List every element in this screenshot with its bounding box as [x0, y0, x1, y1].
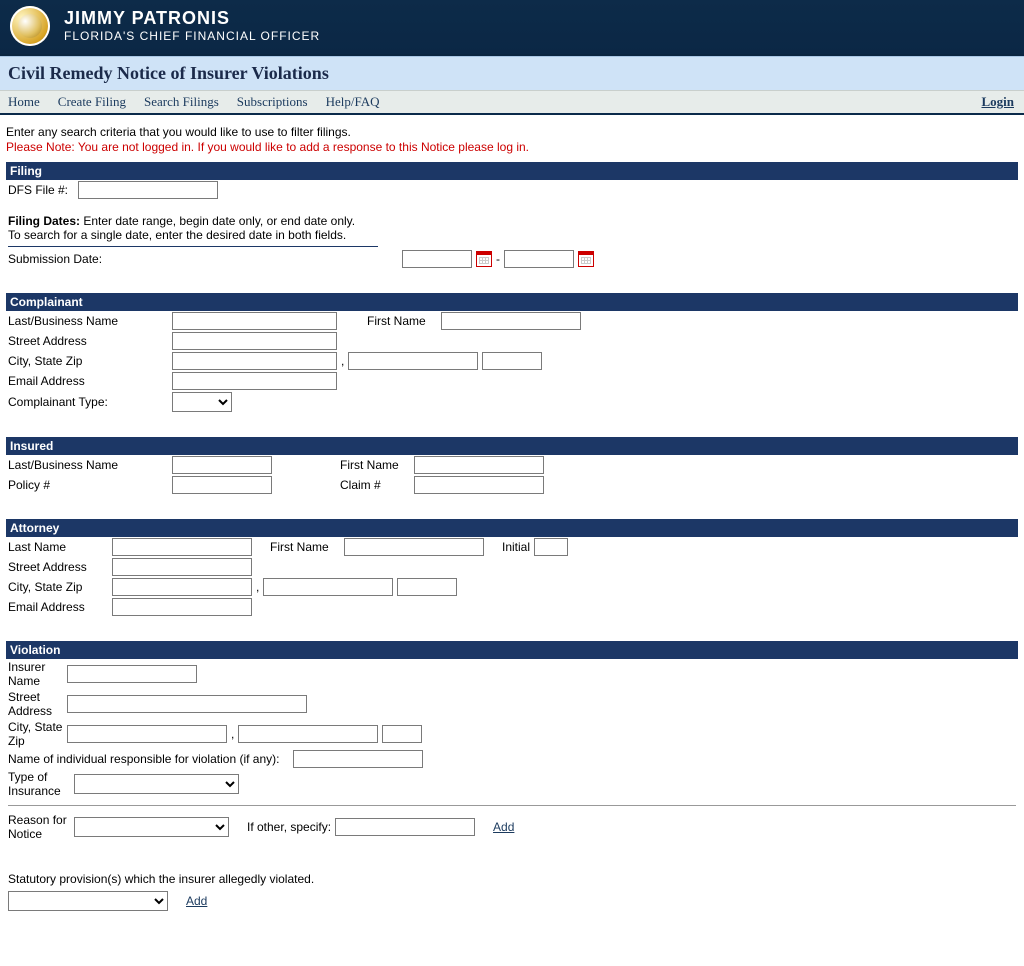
comma-sep: ,: [231, 727, 234, 741]
date-dash: -: [496, 252, 500, 266]
if-other-specify-label: If other, specify:: [247, 820, 331, 834]
menu-home[interactable]: Home: [8, 94, 40, 110]
insured-header: Insured: [6, 437, 1018, 455]
attorney-email-label: Email Address: [8, 600, 108, 614]
violation-header: Violation: [6, 641, 1018, 659]
divider: [8, 805, 1016, 806]
complainant-panel: Complainant Last/Business Name First Nam…: [6, 293, 1018, 413]
complainant-lastname-label: Last/Business Name: [8, 314, 168, 328]
complainant-email-label: Email Address: [8, 374, 168, 388]
insured-claim-label: Claim #: [340, 478, 410, 492]
insured-lastname-input[interactable]: [172, 456, 272, 474]
attorney-csz-label: City, State Zip: [8, 580, 108, 594]
calendar-icon[interactable]: [476, 251, 492, 267]
attorney-state-input[interactable]: [263, 578, 393, 596]
add-statute-link[interactable]: Add: [186, 894, 207, 908]
complainant-city-input[interactable]: [172, 352, 337, 370]
submission-date-end-input[interactable]: [504, 250, 574, 268]
insured-firstname-input[interactable]: [414, 456, 544, 474]
insurer-name-label: Insurer Name: [8, 660, 63, 688]
insured-policy-label: Policy #: [8, 478, 168, 492]
attorney-panel: Attorney Last Name First Name Initial St…: [6, 519, 1018, 617]
filing-panel: Filing DFS File #: Filing Dates: Enter d…: [6, 162, 1018, 269]
login-note: Please Note: You are not logged in. If y…: [6, 140, 1018, 154]
content: Enter any search criteria that you would…: [0, 115, 1024, 966]
attorney-zip-input[interactable]: [397, 578, 457, 596]
calendar-icon[interactable]: [578, 251, 594, 267]
insured-firstname-label: First Name: [340, 458, 410, 472]
attorney-firstname-input[interactable]: [344, 538, 484, 556]
complainant-firstname-input[interactable]: [441, 312, 581, 330]
insured-lastname-label: Last/Business Name: [8, 458, 168, 472]
attorney-street-input[interactable]: [112, 558, 252, 576]
statutory-provision-select[interactable]: [8, 891, 168, 911]
banner-subtitle: FLORIDA'S CHIEF FINANCIAL OFFICER: [64, 29, 320, 43]
complainant-state-input[interactable]: [348, 352, 478, 370]
submission-date-label: Submission Date:: [8, 252, 398, 266]
complainant-type-label: Complainant Type:: [8, 395, 168, 409]
dfs-file-label: DFS File #:: [8, 183, 68, 197]
complainant-header: Complainant: [6, 293, 1018, 311]
violation-state-input[interactable]: [238, 725, 378, 743]
insured-policy-input[interactable]: [172, 476, 272, 494]
intro-text: Enter any search criteria that you would…: [6, 125, 1018, 139]
violation-city-input[interactable]: [67, 725, 227, 743]
complainant-type-select[interactable]: [172, 392, 232, 412]
menu-search-filings[interactable]: Search Filings: [144, 94, 219, 110]
menu-create-filing[interactable]: Create Filing: [58, 94, 126, 110]
filing-dates-label: Filing Dates:: [8, 214, 80, 228]
attorney-lastname-label: Last Name: [8, 540, 108, 554]
complainant-email-input[interactable]: [172, 372, 337, 390]
page-title: Civil Remedy Notice of Insurer Violation…: [0, 56, 1024, 90]
reason-for-notice-select[interactable]: [74, 817, 229, 837]
comma-sep: ,: [341, 354, 344, 368]
attorney-email-input[interactable]: [112, 598, 252, 616]
attorney-header: Attorney: [6, 519, 1018, 537]
single-date-text: To search for a single date, enter the d…: [8, 228, 1016, 242]
banner-name: JIMMY PATRONIS: [64, 9, 320, 29]
statutory-text: Statutory provision(s) which the insurer…: [8, 872, 1016, 886]
filing-header: Filing: [6, 162, 1018, 180]
violation-zip-input[interactable]: [382, 725, 422, 743]
menu-login[interactable]: Login: [981, 94, 1014, 110]
complainant-street-input[interactable]: [172, 332, 337, 350]
menu-bar: Home Create Filing Search Filings Subscr…: [0, 90, 1024, 115]
comma-sep: ,: [256, 580, 259, 594]
submission-date-begin-input[interactable]: [402, 250, 472, 268]
attorney-initial-label: Initial: [502, 540, 530, 554]
state-seal-icon: [10, 6, 50, 46]
top-banner: JIMMY PATRONIS FLORIDA'S CHIEF FINANCIAL…: [0, 0, 1024, 56]
violation-street-label: Street Address: [8, 690, 63, 718]
menu-subscriptions[interactable]: Subscriptions: [237, 94, 308, 110]
type-of-insurance-label: Type of Insurance: [8, 770, 70, 798]
if-other-specify-input[interactable]: [335, 818, 475, 836]
violation-panel: Violation Insurer Name Street Address Ci…: [6, 641, 1018, 912]
insured-claim-input[interactable]: [414, 476, 544, 494]
type-of-insurance-select[interactable]: [74, 774, 239, 794]
complainant-zip-input[interactable]: [482, 352, 542, 370]
insurer-name-input[interactable]: [67, 665, 197, 683]
responsible-name-input[interactable]: [293, 750, 423, 768]
complainant-csz-label: City, State Zip: [8, 354, 168, 368]
attorney-city-input[interactable]: [112, 578, 252, 596]
responsible-name-label: Name of individual responsible for viola…: [8, 752, 279, 766]
filing-dates-text: Enter date range, begin date only, or en…: [83, 214, 355, 228]
violation-street-input[interactable]: [67, 695, 307, 713]
menu-help-faq[interactable]: Help/FAQ: [326, 94, 380, 110]
reason-for-notice-label: Reason for Notice: [8, 813, 70, 841]
add-reason-link[interactable]: Add: [493, 820, 514, 834]
attorney-firstname-label: First Name: [270, 540, 340, 554]
filing-dates-underline: [8, 246, 378, 247]
violation-csz-label: City, State Zip: [8, 720, 63, 748]
dfs-file-input[interactable]: [78, 181, 218, 199]
insured-panel: Insured Last/Business Name First Name Po…: [6, 437, 1018, 495]
attorney-street-label: Street Address: [8, 560, 108, 574]
attorney-lastname-input[interactable]: [112, 538, 252, 556]
complainant-lastname-input[interactable]: [172, 312, 337, 330]
complainant-firstname-label: First Name: [367, 314, 437, 328]
attorney-initial-input[interactable]: [534, 538, 568, 556]
complainant-street-label: Street Address: [8, 334, 168, 348]
